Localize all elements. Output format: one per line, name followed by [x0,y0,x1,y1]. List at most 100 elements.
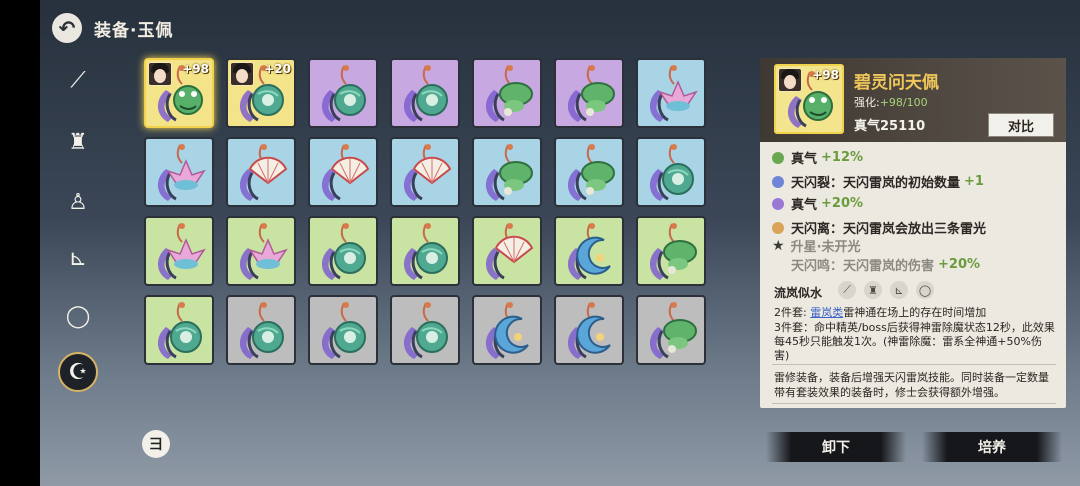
attribute-gem-icon [772,151,784,164]
pendant-fan-icon [485,223,534,280]
pendant-ring-icon [321,302,366,359]
attribute-line: 天闪裂：天闪雷岚的初始数量 +1 [772,172,984,191]
inventory-slot[interactable] [308,216,378,286]
attribute-value: +20% [821,196,864,211]
inventory-slot[interactable] [226,137,296,207]
ring-icon[interactable]: ◯ [58,296,98,336]
inventory-slot[interactable] [472,137,542,207]
pendant-ring-icon [403,65,448,122]
attribute-gem-icon [772,175,784,188]
pendant-leaf-icon [567,65,615,122]
inventory-slot[interactable]: +20 ★ [226,58,296,128]
item-detail-header: +98 碧灵问天佩 强化:+98/100 真气25110 对比 [760,58,1066,142]
attribute-name: 真气 [791,152,818,167]
boots-icon[interactable]: ⊾ [58,238,98,278]
item-description: 雷修装备，装备后增强天闪雷岚技能。同时装备一定数量带有套装效果的装备时，修士会获… [774,371,1049,399]
inventory-slot[interactable] [636,58,706,128]
set-ring-icon: ◯ [916,281,934,299]
armor-icon[interactable]: ♙ [58,182,98,222]
inventory-slot[interactable] [144,216,214,286]
screen-edge [0,0,40,486]
inventory-slot[interactable] [390,58,460,128]
bonus2-text: 雷神通在场上的存在时间增加 [843,306,987,319]
pendant-ring-icon [321,65,366,122]
unequip-button[interactable]: 卸下 [766,432,906,462]
pendant-fan-icon [403,144,452,201]
pendant-moon-icon [567,223,611,280]
divider [772,403,1056,404]
enhance-label: 强化: [854,96,880,109]
bonus2-prefix: 2件套: [774,306,811,319]
sort-icon[interactable]: 彐 [142,430,170,458]
attribute-gem-icon [772,197,784,210]
inventory-slot[interactable] [308,295,378,365]
inventory-slot[interactable] [554,216,624,286]
inventory-slot[interactable] [554,295,624,365]
inventory-slot[interactable] [472,58,542,128]
owner-avatar [778,68,802,92]
inventory-slot[interactable] [554,137,624,207]
item-name: 碧灵问天佩 [854,73,939,93]
attribute-name: 天闪裂：天闪雷岚的初始数量 [791,176,961,191]
attribute-line: 真气 +20% [772,194,863,213]
inventory-slot[interactable] [390,137,460,207]
attribute-name: 天闪离：天闪雷岚会放出三条雷光 [791,222,987,237]
inventory-slot[interactable] [226,295,296,365]
set-name: 流岚似水 [774,286,823,300]
set-sword-icon: ⟋ [838,281,856,299]
set-bonus-3: 3件套：命中精英/boss后获得神雷除魔状态12秒，此效果每45秒只能触发1次。… [774,321,1055,362]
attribute-name: 真气 [791,198,818,213]
helmet-icon[interactable]: ♜ [58,122,98,162]
inventory-slot[interactable] [636,216,706,286]
weapon-icon[interactable]: ⟋ [58,60,98,100]
locked-stat-name: 天闪鸣：天闪雷岚的伤害 [791,259,935,274]
pendant-leaf-icon [649,223,697,280]
compare-button[interactable]: 对比 [988,113,1054,137]
bonus2-link[interactable]: 雷岚类 [810,306,843,319]
pendant-icon[interactable]: ☪ [58,352,98,392]
pendant-ring-icon [239,302,284,359]
selected-item-icon: +98 [774,64,844,134]
set-bonus-2: 2件套: 雷岚类雷神通在场上的存在时间增加 [774,306,1056,320]
star-upgrade-line: ★ 升星·未开光 [772,236,861,256]
inventory-slot[interactable] [144,295,214,365]
attribute-value: +12% [821,150,864,165]
inventory-slot[interactable] [390,295,460,365]
inventory-slot[interactable] [472,295,542,365]
pendant-moon-icon [485,302,529,359]
inventory-slot[interactable]: +98 [144,58,214,128]
locked-star-stat: 天闪鸣：天闪雷岚的伤害 +20% [791,255,980,274]
star-upgrade-label: 升星·未开光 [790,240,861,255]
attribute-line: 真气 +12% [772,148,863,167]
owner-avatar [148,62,172,86]
divider [772,364,1056,365]
enhance-badge: +98 [182,62,209,76]
page-title: 装备·玉佩 [94,20,174,41]
inventory-slot[interactable] [390,216,460,286]
pendant-fan-icon [321,144,370,201]
inventory-slot[interactable] [636,137,706,207]
cultivate-button[interactable]: 培养 [922,432,1062,462]
inventory-slot[interactable] [308,58,378,128]
pendant-leaf-icon [485,65,533,122]
pendant-leaf-icon [485,144,533,201]
pendant-lotus-icon [157,144,206,201]
inventory-slot[interactable] [144,137,214,207]
attribute-value: +1 [964,174,984,189]
back-arrow-icon[interactable]: ↶ [52,13,82,43]
inventory-slot[interactable] [636,295,706,365]
inventory-slot[interactable] [472,216,542,286]
pendant-leaf-icon [649,302,697,359]
pendant-ring-icon [321,223,366,280]
pendant-lotus-icon [649,65,698,122]
enhance-level: 强化:+98/100 [854,94,928,110]
attribute-line: 天闪离：天闪雷岚会放出三条雷光 [772,218,986,237]
inventory-slot[interactable] [226,216,296,286]
owner-avatar [230,62,254,86]
item-detail-panel: +98 碧灵问天佩 强化:+98/100 真气25110 对比 真气 +12% 天闪… [760,58,1066,408]
inventory-slot[interactable] [308,137,378,207]
pendant-moon-icon [567,302,611,359]
enhance-value: +98/100 [879,96,928,109]
inventory-slot[interactable] [554,58,624,128]
item-enhance-badge: +98 [812,68,839,82]
